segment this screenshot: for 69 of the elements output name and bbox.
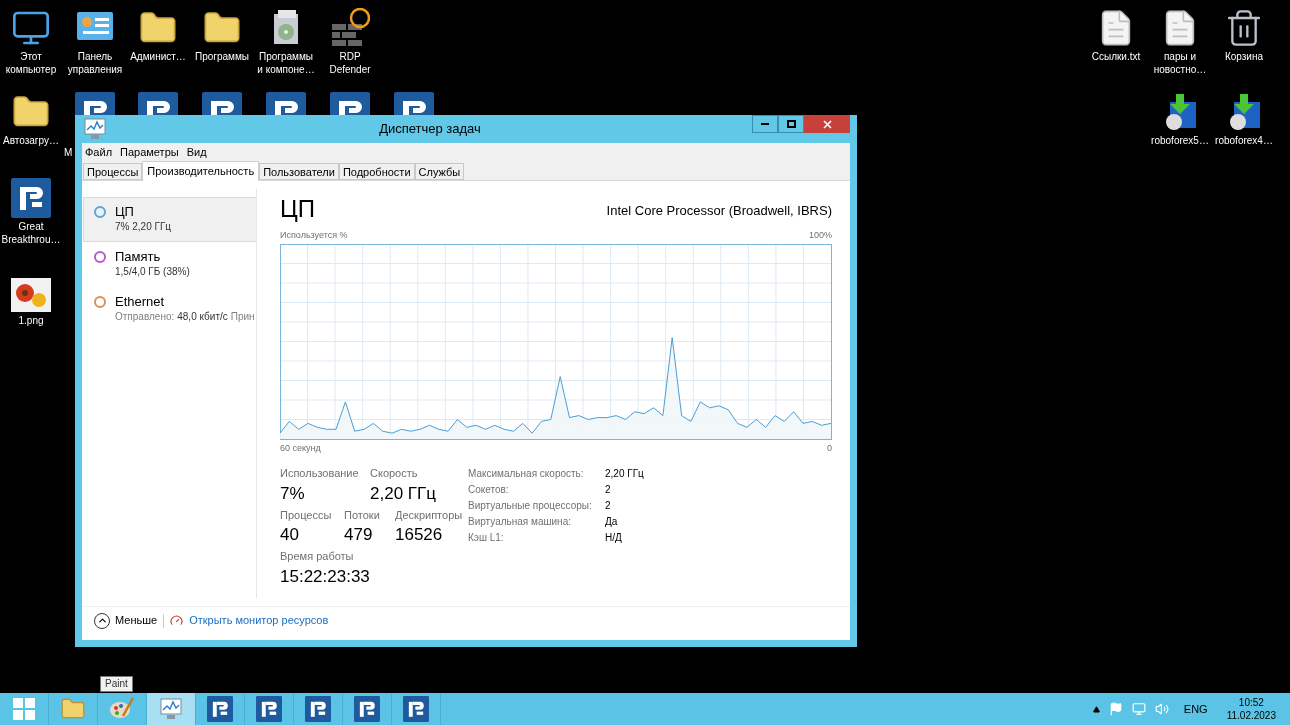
stat-value: 15:22:23:33 <box>280 565 371 588</box>
graph-caption: Используется % <box>280 229 348 242</box>
detail-label: Виртуальные процессоры: <box>468 499 593 512</box>
performance-list-item[interactable]: ЦП 7% 2,20 ГГц <box>83 197 256 242</box>
resource-name: Память <box>115 249 162 265</box>
detail-value: 1,5/4,0 ГБ (38%) <box>115 265 190 279</box>
desktop-icon-label[interactable]: пары и новостно… <box>1149 50 1211 76</box>
performance-list-item[interactable]: Память 1,5/4,0 ГБ (38%) <box>83 242 256 287</box>
performance-list-item[interactable]: Ethernet Отправлено: 48,0 кбит/с Прин <box>83 287 256 332</box>
clock-time[interactable]: 10:52 <box>1238 696 1264 709</box>
desktop-icon-label[interactable]: М <box>64 146 73 159</box>
detail-value: 48,0 кбит/с <box>177 310 228 324</box>
detail-value: 2,20 ГГц <box>605 467 644 480</box>
resource-name: ЦП <box>115 204 135 220</box>
menu-item[interactable]: Вид <box>186 143 207 161</box>
tab[interactable]: Производительность <box>142 161 260 181</box>
resource-name: Ethernet <box>115 294 166 310</box>
detail-label: Прин <box>230 310 255 324</box>
desktop-icon-label[interactable]: RDP Defender <box>319 50 381 76</box>
desktop-icon-label[interactable]: Админист… <box>127 50 189 63</box>
clock-date[interactable]: 11.02.2023 <box>1226 709 1276 722</box>
detail-value: 2 <box>605 499 612 512</box>
menu-item[interactable]: Файл <box>85 143 113 161</box>
detail-label: Виртуальная машина: <box>468 515 572 528</box>
desktop-icon-label[interactable]: Great Breakthrou… <box>0 220 62 246</box>
stat-label: Время работы <box>280 549 355 564</box>
desktop-icon-label[interactable]: Программы и компоне… <box>255 50 317 76</box>
tooltip: Paint <box>100 676 133 692</box>
detail-value: 7% 2,20 ГГц <box>115 220 172 234</box>
detail-label: Кэш L1: <box>468 531 505 544</box>
tab[interactable]: Подробности <box>338 163 415 180</box>
desktop-icon-label[interactable]: roboforex5… <box>1149 134 1211 147</box>
stat-label: Скорость <box>370 466 419 481</box>
processor-name: Intel Core Processor (Broadwell, IBRS) <box>606 201 832 220</box>
desktop-icon-label[interactable]: Программы <box>191 50 253 63</box>
section-title: ЦП <box>280 195 315 223</box>
stat-value: 7% <box>280 482 306 505</box>
stat-label: Процессы <box>280 507 333 523</box>
desktop-icon-label[interactable]: 1.png <box>0 314 62 327</box>
tick-label: 60 секунд <box>280 441 321 455</box>
stat-value: 2,20 ГГц <box>370 482 437 505</box>
stat-value: 479 <box>344 524 374 546</box>
desktop-icon-label[interactable]: roboforex4… <box>1213 134 1275 147</box>
desktop-icon-label[interactable]: Автозагру… <box>0 134 62 147</box>
detail-label: Сокетов: <box>468 483 510 496</box>
window-title: Диспетчер задач <box>378 120 482 139</box>
detail-value: Н/Д <box>605 531 623 544</box>
stat-label: Дескрипторы <box>395 507 464 523</box>
stat-value: 16526 <box>395 524 444 546</box>
tab[interactable]: Пользователи <box>259 163 339 180</box>
desktop-icon-label[interactable]: Корзина <box>1213 50 1275 63</box>
desktop-icon-label[interactable]: Панель управления <box>64 50 126 76</box>
input-language[interactable]: ENG <box>1183 700 1208 718</box>
tab[interactable]: Процессы <box>83 163 143 180</box>
tick-label: 0 <box>827 441 832 455</box>
fewer-details-button[interactable]: Меньше <box>94 612 158 629</box>
detail-label: Отправлено: <box>115 310 175 324</box>
resource-monitor-link[interactable]: Открыть монитор ресурсов <box>189 612 329 629</box>
desktop-icon-label[interactable]: Ссылки.txt <box>1085 50 1147 63</box>
detail-value: 2 <box>605 483 612 496</box>
stat-value: 40 <box>280 524 300 546</box>
menu-item[interactable]: Параметры <box>120 143 179 161</box>
tab[interactable]: Службы <box>414 163 465 180</box>
detail-value: Да <box>605 515 619 528</box>
stat-label: Использование <box>280 466 360 481</box>
stat-label: Потоки <box>344 507 381 523</box>
tick-label: 100% <box>808 229 832 242</box>
desktop-icon-label[interactable]: Этот компьютер <box>0 50 62 76</box>
detail-label: Максимальная скорость: <box>468 467 585 480</box>
